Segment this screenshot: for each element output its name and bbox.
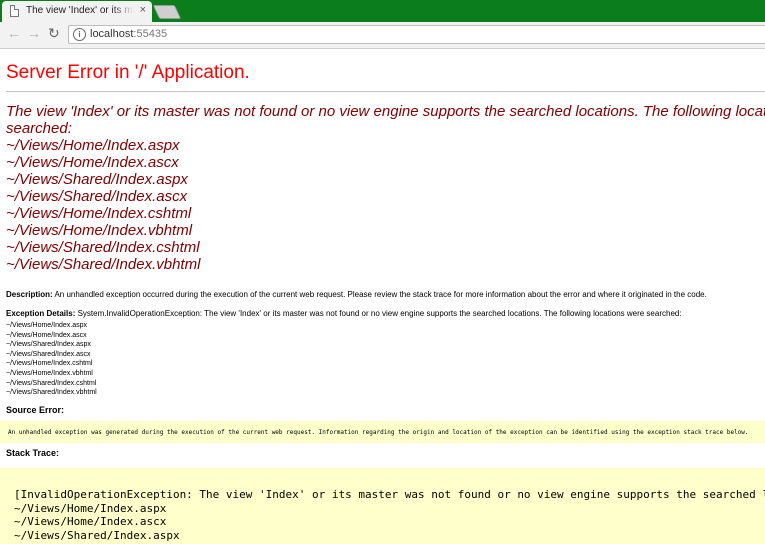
list-item: ~/Views/Home/Index.vbhtml [6, 369, 93, 377]
heading-line: ~/Views/Shared/Index.vbhtml [6, 256, 201, 273]
exception-details: Exception Details: System.InvalidOperati… [6, 309, 682, 318]
list-item: ~/Views/Shared/Index.aspx [6, 341, 91, 349]
heading-line: The view 'Index' or its master was not f… [6, 103, 765, 120]
list-item: ~/Views/Shared/Index.ascx [6, 350, 91, 358]
description-text: An unhandled exception occurred during t… [54, 290, 707, 299]
error-heading: The view 'Index' or its master was not f… [6, 103, 765, 273]
tab-strip: The view 'Index' or its master was not f… [0, 0, 765, 22]
exception-label: Exception Details: [6, 309, 76, 318]
list-item: ~/Views/Shared/Index.cshtml [6, 379, 97, 387]
close-tab-icon[interactable]: × [140, 4, 146, 16]
heading-line: ~/Views/Shared/Index.ascx [6, 188, 188, 205]
forward-arrow-icon[interactable]: → [27, 25, 41, 41]
stack-trace-label: Stack Trace: [6, 448, 60, 458]
source-error-label: Source Error: [6, 405, 65, 415]
heading-line: ~/Views/Shared/Index.aspx [6, 171, 188, 188]
location-list: ~/Views/Home/Index.aspx ~/Views/Home/Ind… [6, 321, 97, 398]
list-item: ~/Views/Home/Index.aspx [6, 322, 87, 329]
document-icon [10, 5, 19, 17]
heading-line: ~/Views/Home/Index.cshtml [6, 205, 192, 222]
source-error-box: An unhandled exception was generated dur… [0, 421, 765, 443]
heading-line: ~/Views/Shared/Index.cshtml [6, 239, 200, 256]
browser-tab[interactable]: The view 'Index' or its master was not f… [2, 1, 152, 22]
url-port: :55435 [133, 28, 168, 40]
reload-icon[interactable]: ↻ [48, 25, 60, 42]
divider [6, 91, 765, 92]
stack-line: ~/Views/Shared/Index.aspx [14, 528, 180, 542]
heading-line: searched: [6, 120, 72, 137]
new-tab-button[interactable] [152, 5, 182, 19]
back-arrow-icon[interactable]: ← [7, 25, 21, 41]
list-item: ~/Views/Home/Index.ascx [6, 331, 87, 339]
stack-line: ~/Views/Home/Index.aspx [14, 501, 167, 515]
page-title: Server Error in '/' Application. [6, 62, 250, 83]
heading-line: ~/Views/Home/Index.vbhtml [6, 222, 193, 239]
list-item: ~/Views/Home/Index.cshtml [6, 360, 93, 368]
heading-line: ~/Views/Home/Index.ascx [6, 154, 179, 171]
address-bar[interactable]: i localhost:55435 [68, 25, 765, 44]
source-error-text: An unhandled exception was generated dur… [8, 429, 749, 436]
stack-trace-text: [InvalidOperationException: The view 'In… [14, 488, 765, 542]
description: Description: An unhandled exception occu… [6, 290, 707, 299]
stack-line: ~/Views/Home/Index.ascx [14, 515, 167, 528]
heading-line: ~/Views/Home/Index.aspx [6, 137, 180, 154]
url-host: localhost [90, 28, 134, 40]
stack-line: [InvalidOperationException: The view 'In… [14, 488, 765, 501]
address-url[interactable]: localhost:55435 [90, 28, 167, 40]
browser-toolbar: ← → ↻ i localhost:55435 [0, 22, 765, 49]
tab-title: The view 'Index' or its master was not f… [26, 5, 134, 16]
stack-trace-box: [InvalidOperationException: The view 'In… [0, 468, 765, 544]
info-icon[interactable]: i [73, 28, 86, 41]
page-content: Server Error in '/' Application. The vie… [0, 48, 765, 544]
exception-text: System.InvalidOperationException: The vi… [77, 309, 682, 318]
list-item: ~/Views/Shared/Index.vbhtml [6, 389, 97, 397]
description-label: Description: [6, 290, 53, 299]
